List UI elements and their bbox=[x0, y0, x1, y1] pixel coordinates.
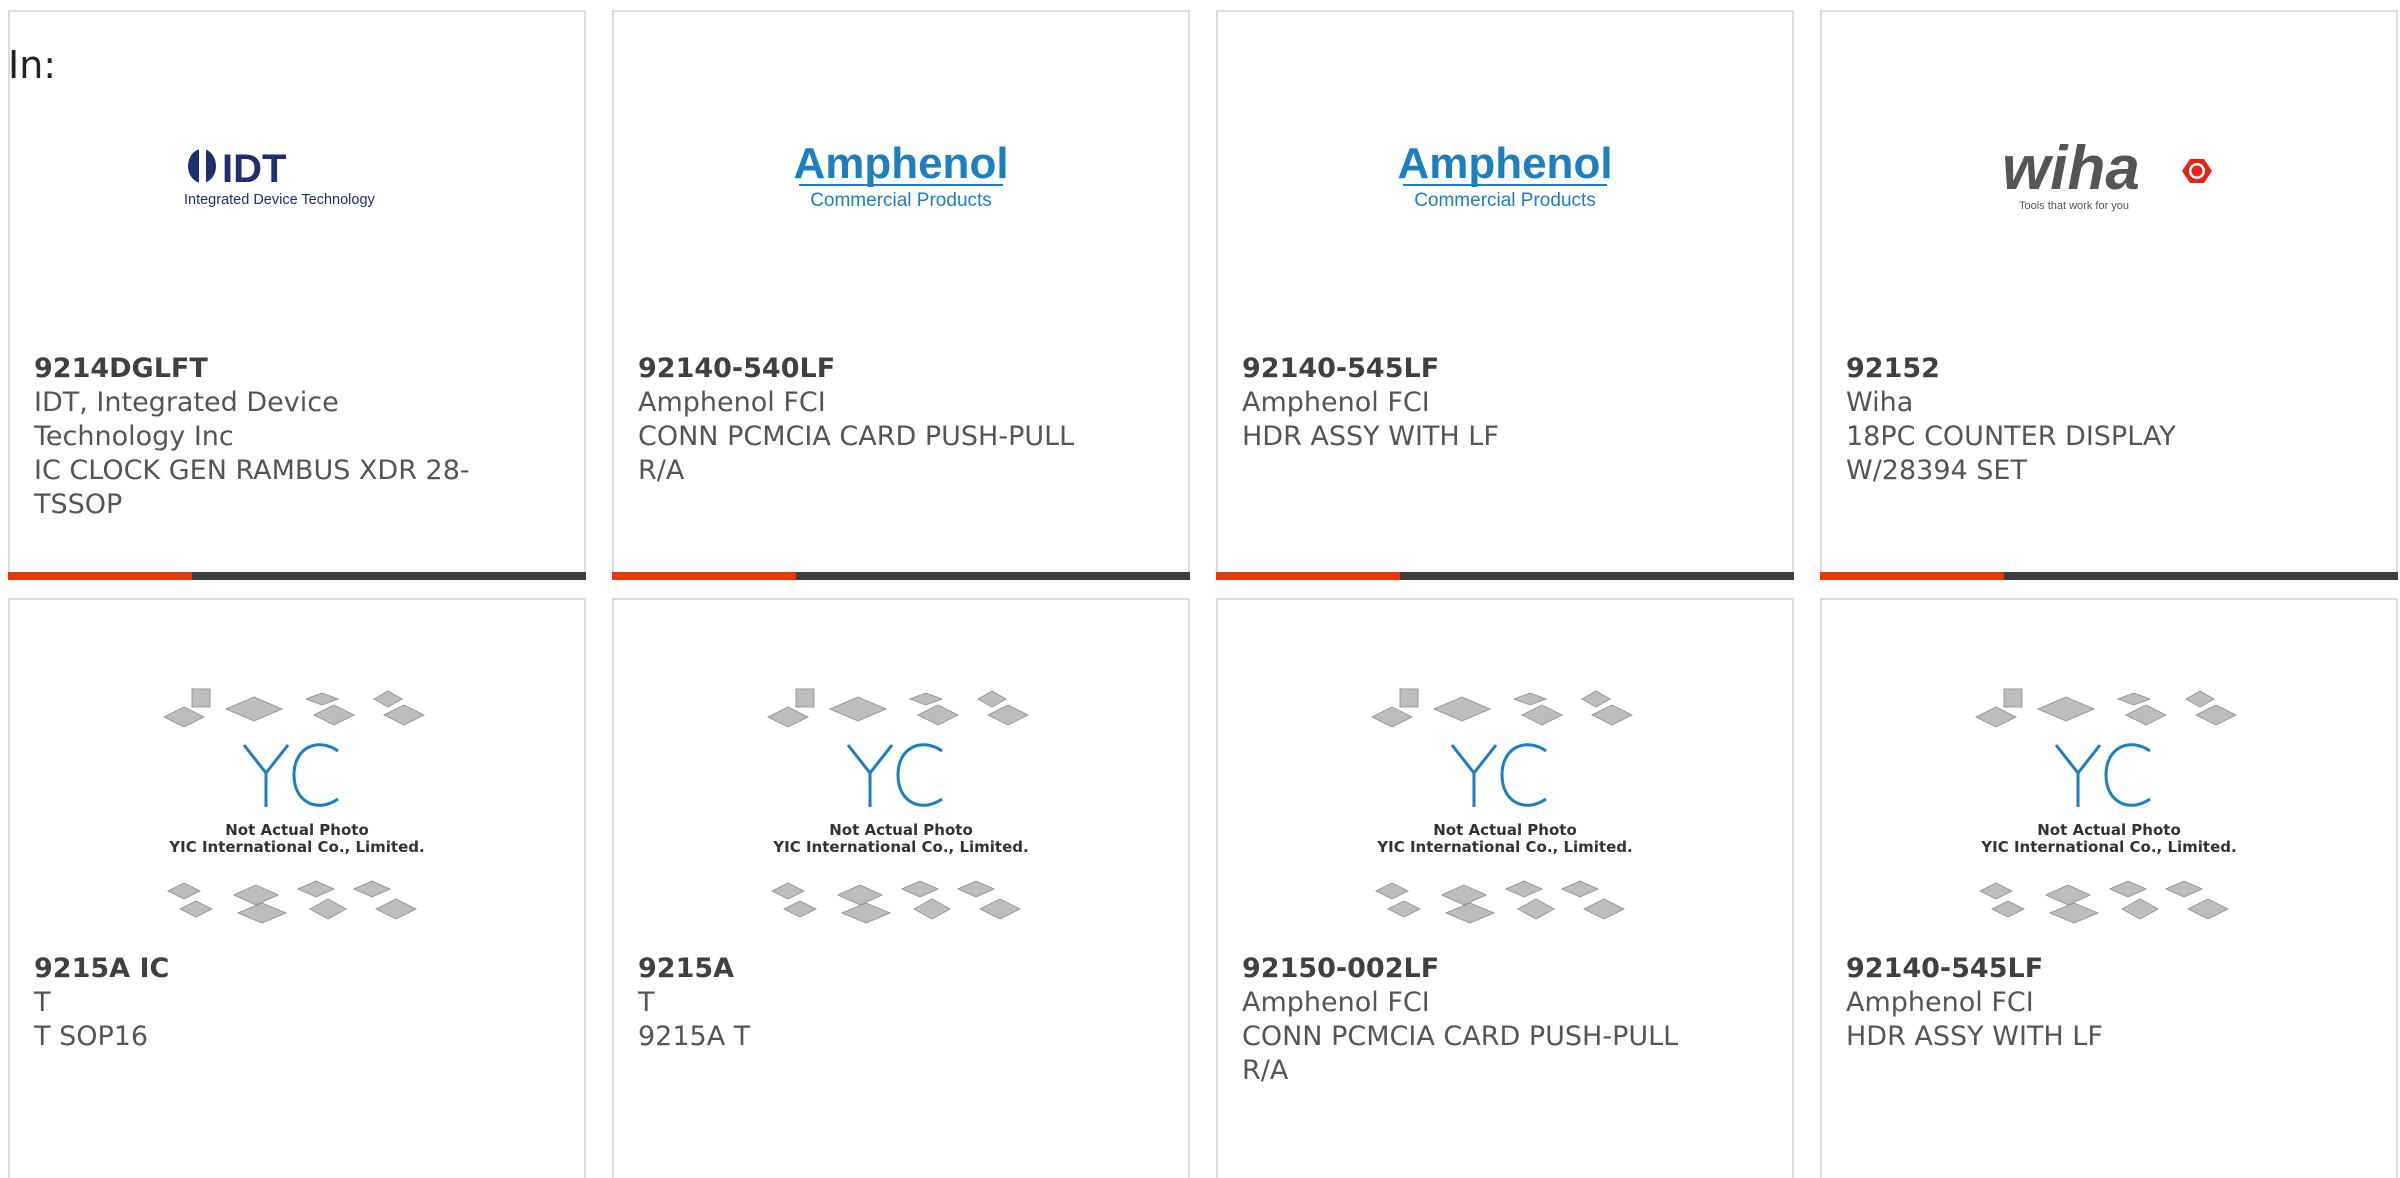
svg-text:YIC International Co., Limited: YIC International Co., Limited. bbox=[1376, 838, 1632, 856]
product-info: 92150-002LF Amphenol FCI CONN PCMCIA CAR… bbox=[1242, 952, 1768, 1088]
part-number: 92152 bbox=[1846, 353, 1940, 384]
manufacturer-name: T bbox=[638, 987, 655, 1018]
product-card-92140-545lf[interactable]: Amphenol Commercial Products 92140-545LF… bbox=[1216, 10, 1794, 580]
svg-text:YIC International Co., Limited: YIC International Co., Limited. bbox=[1980, 838, 2236, 856]
product-description: 9215A T bbox=[638, 1021, 751, 1052]
manufacturer-name: Wiha bbox=[1846, 387, 1914, 418]
product-info: 9214DGLFT IDT, Integrated Device Technol… bbox=[34, 352, 560, 522]
svg-text:YIC International Co., Limited: YIC International Co., Limited. bbox=[772, 838, 1028, 856]
part-number: 9215A IC bbox=[34, 953, 170, 984]
svg-text:Not Actual Photo: Not Actual Photo bbox=[2037, 821, 2181, 839]
part-number: 92140-545LF bbox=[1846, 953, 2044, 984]
search-label: In: bbox=[8, 43, 57, 87]
product-description: T SOP16 bbox=[34, 1021, 149, 1052]
manufacturer-name: Amphenol FCI bbox=[1846, 987, 2034, 1018]
product-card-92152[interactable]: wiha Tools that work for you 92152 Wiha … bbox=[1820, 10, 2398, 580]
idt-logo: IDT Integrated Device Technology bbox=[184, 147, 376, 208]
card-progress-bar bbox=[612, 572, 1190, 580]
manufacturer-name: Amphenol FCI bbox=[1242, 987, 1430, 1018]
chips-placeholder-icon: Not Actual Photo YIC International Co., … bbox=[766, 688, 1030, 924]
svg-text:Integrated Device Technology: Integrated Device Technology bbox=[184, 192, 376, 208]
product-card-9214dglft[interactable]: IDT Integrated Device Technology 9214DGL… bbox=[8, 10, 586, 580]
card-progress-bar bbox=[8, 572, 586, 580]
svg-text:Amphenol: Amphenol bbox=[793, 142, 1008, 188]
product-info: 92140-545LF Amphenol FCI HDR ASSY WITH L… bbox=[1242, 352, 1768, 454]
product-card-9215a-ic[interactable]: Not Actual Photo YIC International Co., … bbox=[8, 598, 586, 1178]
placeholder-image: Not Actual Photo YIC International Co., … bbox=[1218, 682, 1792, 932]
wiha-logo: wiha Tools that work for you bbox=[2002, 137, 2212, 212]
chips-placeholder-icon: Not Actual Photo YIC International Co., … bbox=[162, 688, 426, 924]
manufacturer-name: T bbox=[34, 987, 51, 1018]
svg-text:Amphenol: Amphenol bbox=[1397, 142, 1612, 188]
part-number: 9214DGLFT bbox=[34, 353, 208, 384]
svg-text:Commercial Products: Commercial Products bbox=[810, 190, 992, 211]
product-card-92140-545lf-2[interactable]: Not Actual Photo YIC International Co., … bbox=[1820, 598, 2398, 1178]
placeholder-image: Not Actual Photo YIC International Co., … bbox=[1822, 682, 2396, 932]
manufacturer-logo: IDT Integrated Device Technology bbox=[10, 12, 584, 342]
manufacturer-name: IDT, Integrated Device Technology Inc bbox=[34, 387, 339, 452]
product-card-92150-002lf[interactable]: Not Actual Photo YIC International Co., … bbox=[1216, 598, 1794, 1178]
chips-placeholder-icon: Not Actual Photo YIC International Co., … bbox=[1370, 688, 1634, 924]
product-card-9215a[interactable]: Not Actual Photo YIC International Co., … bbox=[612, 598, 1190, 1178]
part-number: 92140-540LF bbox=[638, 353, 836, 384]
placeholder-image: Not Actual Photo YIC International Co., … bbox=[614, 682, 1188, 932]
product-info: 92140-545LF Amphenol FCI HDR ASSY WITH L… bbox=[1846, 952, 2372, 1054]
product-info: 92152 Wiha 18PC COUNTER DISPLAY W/28394 … bbox=[1846, 352, 2372, 488]
amphenol-logo: Amphenol Commercial Products bbox=[1397, 142, 1612, 211]
part-number: 9215A bbox=[638, 953, 735, 984]
amphenol-logo: Amphenol Commercial Products bbox=[793, 142, 1008, 211]
card-progress-bar bbox=[1216, 572, 1794, 580]
svg-text:Tools that work for you: Tools that work for you bbox=[2019, 200, 2129, 212]
product-description: HDR ASSY WITH LF bbox=[1242, 421, 1499, 452]
product-description: 18PC COUNTER DISPLAY W/28394 SET bbox=[1846, 421, 2176, 486]
svg-text:IDT: IDT bbox=[222, 147, 286, 191]
svg-text:YIC International Co., Limited: YIC International Co., Limited. bbox=[168, 838, 424, 856]
product-info: 9215A IC T T SOP16 bbox=[34, 952, 560, 1054]
card-progress-bar bbox=[1820, 572, 2398, 580]
svg-text:Not Actual Photo: Not Actual Photo bbox=[225, 821, 369, 839]
chips-placeholder-icon: Not Actual Photo YIC International Co., … bbox=[1974, 688, 2238, 924]
manufacturer-name: Amphenol FCI bbox=[1242, 387, 1430, 418]
svg-text:Commercial Products: Commercial Products bbox=[1414, 190, 1596, 211]
product-description: IC CLOCK GEN RAMBUS XDR 28-TSSOP bbox=[34, 455, 470, 520]
part-number: 92140-545LF bbox=[1242, 353, 1440, 384]
svg-text:wiha: wiha bbox=[2002, 137, 2140, 203]
part-number: 92150-002LF bbox=[1242, 953, 1440, 984]
product-description: CONN PCMCIA CARD PUSH-PULL R/A bbox=[1242, 1021, 1679, 1086]
product-card-92140-540lf[interactable]: Amphenol Commercial Products 92140-540LF… bbox=[612, 10, 1190, 580]
manufacturer-logo: Amphenol Commercial Products bbox=[614, 12, 1188, 342]
product-info: 9215A T 9215A T bbox=[638, 952, 1164, 1054]
product-description: HDR ASSY WITH LF bbox=[1846, 1021, 2103, 1052]
svg-text:Not Actual Photo: Not Actual Photo bbox=[1433, 821, 1577, 839]
manufacturer-name: Amphenol FCI bbox=[638, 387, 826, 418]
manufacturer-logo: Amphenol Commercial Products bbox=[1218, 12, 1792, 342]
svg-text:Not Actual Photo: Not Actual Photo bbox=[829, 821, 973, 839]
placeholder-image: Not Actual Photo YIC International Co., … bbox=[10, 682, 584, 932]
product-description: CONN PCMCIA CARD PUSH-PULL R/A bbox=[638, 421, 1075, 486]
product-info: 92140-540LF Amphenol FCI CONN PCMCIA CAR… bbox=[638, 352, 1164, 488]
manufacturer-logo: wiha Tools that work for you bbox=[1822, 12, 2396, 342]
